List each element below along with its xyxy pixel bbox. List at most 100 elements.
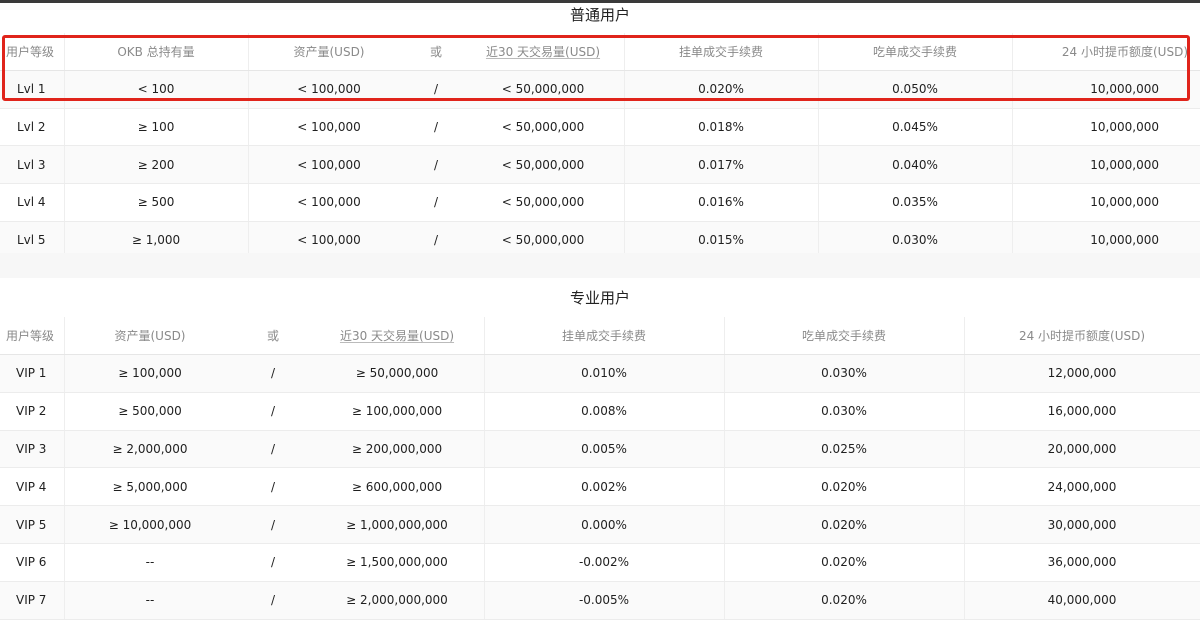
cell-withdrawal-limit: 10,000,000 <box>1090 120 1159 135</box>
cell-level: Lvl 3 <box>17 157 46 172</box>
cell-taker-fee: 0.030% <box>821 366 867 381</box>
header-taker-fee: 吃单成交手续费 <box>872 45 957 59</box>
cell-withdrawal-limit: 12,000,000 <box>1047 366 1117 381</box>
cell-withdrawal-limit: 20,000,000 <box>1047 441 1117 456</box>
regular-users-table: 用户等级 OKB 总持有量 资产量(USD) 或 近30 天交易量(USD) 挂… <box>0 33 1200 260</box>
cell-volume: < 50,000,000 <box>501 82 585 97</box>
cell-withdrawal-limit: 40,000,000 <box>1047 593 1117 608</box>
cell-taker-fee: 0.025% <box>821 441 867 456</box>
header-withdrawal-limit: 24 小时提币额度(USD) <box>1061 45 1188 59</box>
table-row: Lvl 4 ≥ 500 < 100,000 / < 50,000,000 0.0… <box>0 184 1200 222</box>
cell-assets: -- <box>145 555 155 570</box>
cell-maker-fee: 0.008% <box>581 404 627 419</box>
cell-or: / <box>270 555 276 570</box>
cell-assets: < 100,000 <box>297 195 361 210</box>
cell-level: VIP 7 <box>16 593 47 608</box>
table-row: VIP 2 ≥ 500,000 / ≥ 100,000,000 0.008% 0… <box>0 392 1200 431</box>
table-row: Lvl 2 ≥ 100 < 100,000 / < 50,000,000 0.0… <box>0 108 1200 147</box>
cell-maker-fee: 0.017% <box>698 157 744 172</box>
cell-taker-fee: 0.020% <box>821 517 867 532</box>
cell-assets: ≥ 10,000,000 <box>108 517 192 532</box>
table-header: 用户等级 OKB 总持有量 资产量(USD) 或 近30 天交易量(USD) 挂… <box>0 33 1200 71</box>
cell-or: / <box>270 441 276 456</box>
cell-level: Lvl 2 <box>17 120 46 135</box>
header-or: 或 <box>429 45 442 59</box>
cell-level: VIP 5 <box>16 517 47 532</box>
cell-level: Lvl 1 <box>17 82 46 97</box>
table-row: Lvl 3 ≥ 200 < 100,000 / < 50,000,000 0.0… <box>0 146 1200 185</box>
cell-level: VIP 1 <box>16 366 47 381</box>
cell-taker-fee: 0.045% <box>892 120 938 135</box>
cell-or: / <box>270 404 276 419</box>
cell-or: / <box>270 517 276 532</box>
cell-assets: ≥ 5,000,000 <box>112 479 188 494</box>
cell-volume: ≥ 1,000,000,000 <box>346 517 448 532</box>
header-maker-fee: 挂单成交手续费 <box>561 329 646 343</box>
cell-assets: < 100,000 <box>297 82 361 97</box>
cell-maker-fee: 0.005% <box>581 441 627 456</box>
cell-level: VIP 2 <box>16 404 47 419</box>
cell-withdrawal-limit: 24,000,000 <box>1047 479 1117 494</box>
cell-level: VIP 6 <box>16 555 47 570</box>
cell-withdrawal-limit: 10,000,000 <box>1090 157 1159 172</box>
cell-assets: ≥ 2,000,000 <box>112 441 188 456</box>
cell-taker-fee: 0.030% <box>821 404 867 419</box>
table-row: VIP 7 -- / ≥ 2,000,000,000 -0.005% 0.020… <box>0 581 1200 620</box>
cell-okb: ≥ 200 <box>137 157 175 172</box>
cell-or: / <box>270 593 276 608</box>
cell-or: / <box>433 195 439 210</box>
cell-withdrawal-limit: 30,000,000 <box>1047 517 1117 532</box>
cell-taker-fee: 0.020% <box>821 593 867 608</box>
top-border <box>0 0 1200 3</box>
table-row: VIP 5 ≥ 10,000,000 / ≥ 1,000,000,000 0.0… <box>0 506 1200 544</box>
cell-volume: ≥ 2,000,000,000 <box>346 593 448 608</box>
cell-maker-fee: 0.018% <box>698 120 744 135</box>
pro-users-title: 专业用户 <box>569 289 630 307</box>
cell-volume: ≥ 50,000,000 <box>355 366 439 381</box>
table-row: VIP 3 ≥ 2,000,000 / ≥ 200,000,000 0.005%… <box>0 430 1200 469</box>
cell-assets: ≥ 500,000 <box>118 404 182 419</box>
cell-maker-fee: -0.002% <box>578 555 630 570</box>
cell-maker-fee: 0.010% <box>581 366 627 381</box>
header-maker-fee: 挂单成交手续费 <box>678 45 763 59</box>
cell-maker-fee: 0.020% <box>698 82 744 97</box>
cell-volume: ≥ 100,000,000 <box>351 404 443 419</box>
header-withdrawal-limit: 24 小时提币额度(USD) <box>1018 329 1146 343</box>
header-taker-fee: 吃单成交手续费 <box>801 329 886 343</box>
cell-level: VIP 3 <box>16 441 47 456</box>
cell-level: Lvl 4 <box>17 195 46 210</box>
header-30d-volume[interactable]: 近30 天交易量(USD) <box>310 317 484 354</box>
header-okb-holdings: OKB 总持有量 <box>117 45 195 59</box>
header-assets: 资产量(USD) <box>293 45 365 59</box>
cell-maker-fee: -0.005% <box>578 593 630 608</box>
cell-taker-fee: 0.035% <box>892 195 938 210</box>
cell-volume: < 50,000,000 <box>501 120 585 135</box>
cell-assets: ≥ 100,000 <box>118 366 182 381</box>
table-row: Lvl 1 < 100 < 100,000 / < 50,000,000 0.0… <box>0 71 1200 109</box>
cell-or: / <box>433 157 439 172</box>
cell-assets: < 100,000 <box>297 120 361 135</box>
cell-withdrawal-limit: 36,000,000 <box>1047 555 1117 570</box>
header-30d-volume[interactable]: 近30 天交易量(USD) <box>462 33 624 70</box>
cell-volume: < 50,000,000 <box>501 157 585 172</box>
cell-taker-fee: 0.040% <box>892 157 938 172</box>
cell-maker-fee: 0.016% <box>698 195 744 210</box>
table-row: VIP 6 -- / ≥ 1,500,000,000 -0.002% 0.020… <box>0 543 1200 582</box>
cell-or: / <box>270 479 276 494</box>
cell-volume: < 50,000,000 <box>501 195 585 210</box>
cell-volume: ≥ 600,000,000 <box>351 479 443 494</box>
cell-volume: ≥ 1,500,000,000 <box>346 555 448 570</box>
table-row: VIP 4 ≥ 5,000,000 / ≥ 600,000,000 0.002%… <box>0 468 1200 507</box>
regular-users-title: 普通用户 <box>569 6 630 24</box>
cell-assets: -- <box>145 593 155 608</box>
cell-withdrawal-limit: 16,000,000 <box>1047 404 1117 419</box>
cell-assets: < 100,000 <box>297 157 361 172</box>
cell-maker-fee: 0.000% <box>581 517 627 532</box>
cell-okb: ≥ 500 <box>137 195 175 210</box>
cell-okb: ≥ 100 <box>137 120 175 135</box>
cell-or: / <box>270 366 276 381</box>
cell-okb: < 100 <box>137 82 175 97</box>
cell-or: / <box>433 120 439 135</box>
header-user-level: 用户等级 <box>6 329 55 343</box>
cell-taker-fee: 0.050% <box>892 82 938 97</box>
